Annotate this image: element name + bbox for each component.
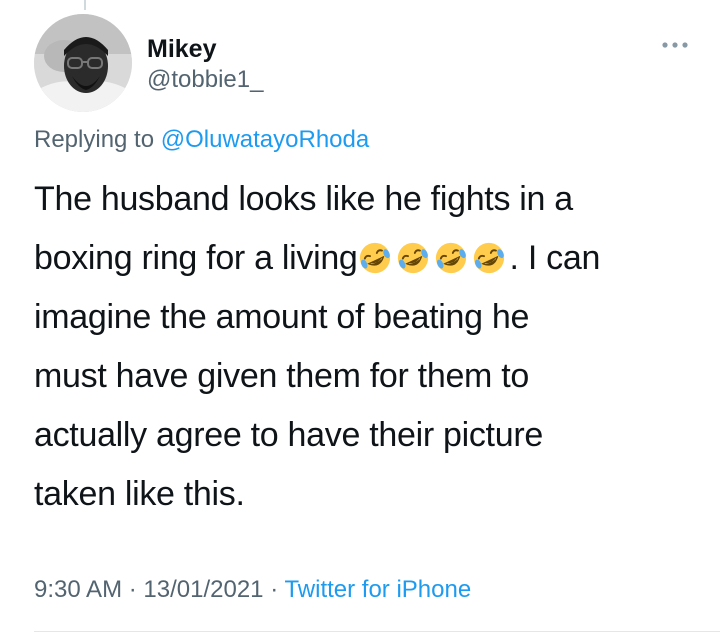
tweet-source-link[interactable]: Twitter for iPhone	[284, 576, 471, 603]
rolling-on-floor-laughing-emoji	[473, 242, 504, 274]
avatar[interactable]	[34, 14, 132, 112]
rolling-on-floor-laughing-emoji	[359, 242, 390, 274]
more-horizontal-icon	[662, 42, 688, 48]
emoji-group	[358, 239, 510, 277]
display-name[interactable]: Mikey	[147, 34, 263, 64]
tweet-text-line: taken like this.	[34, 475, 245, 513]
rolling-on-floor-laughing-emoji	[397, 242, 428, 274]
tweet-text-line: actually agree to have their picture	[34, 416, 543, 454]
tweet-text-line: The husband looks like he fights in a	[34, 180, 573, 218]
tweet-text: The husband looks like he fights in a bo…	[34, 170, 699, 524]
tweet-text-line: boxing ring for a living . I can	[34, 229, 699, 288]
more-options-button[interactable]	[660, 38, 690, 52]
tweet-text-line: imagine the amount of beating he	[34, 298, 530, 336]
tweet-metadata: 9:30 AM · 13/01/2021 · Twitter for iPhon…	[34, 574, 471, 606]
tweet-header: Mikey @tobbie1_	[34, 14, 690, 114]
user-handle[interactable]: @tobbie1_	[147, 64, 263, 96]
thread-connector-line	[84, 0, 86, 10]
replying-to: Replying to @OluwatayoRhoda	[34, 124, 369, 156]
author-names: Mikey @tobbie1_	[147, 34, 263, 96]
reply-mention-link[interactable]: @OluwatayoRhoda	[161, 126, 369, 153]
tweet-text-segment: . I can	[509, 239, 601, 277]
tweet-date[interactable]: 13/01/2021	[143, 576, 263, 603]
meta-separator: ·	[270, 576, 279, 603]
meta-separator: ·	[128, 576, 137, 603]
avatar-photo	[34, 14, 132, 112]
tweet-text-segment: boxing ring for a living	[34, 239, 358, 277]
tweet-time[interactable]: 9:30 AM	[34, 576, 122, 603]
tweet-text-line: must have given them for them to	[34, 357, 529, 395]
bottom-divider	[34, 631, 720, 632]
replying-to-label: Replying to	[34, 126, 161, 153]
rolling-on-floor-laughing-emoji	[435, 242, 466, 274]
